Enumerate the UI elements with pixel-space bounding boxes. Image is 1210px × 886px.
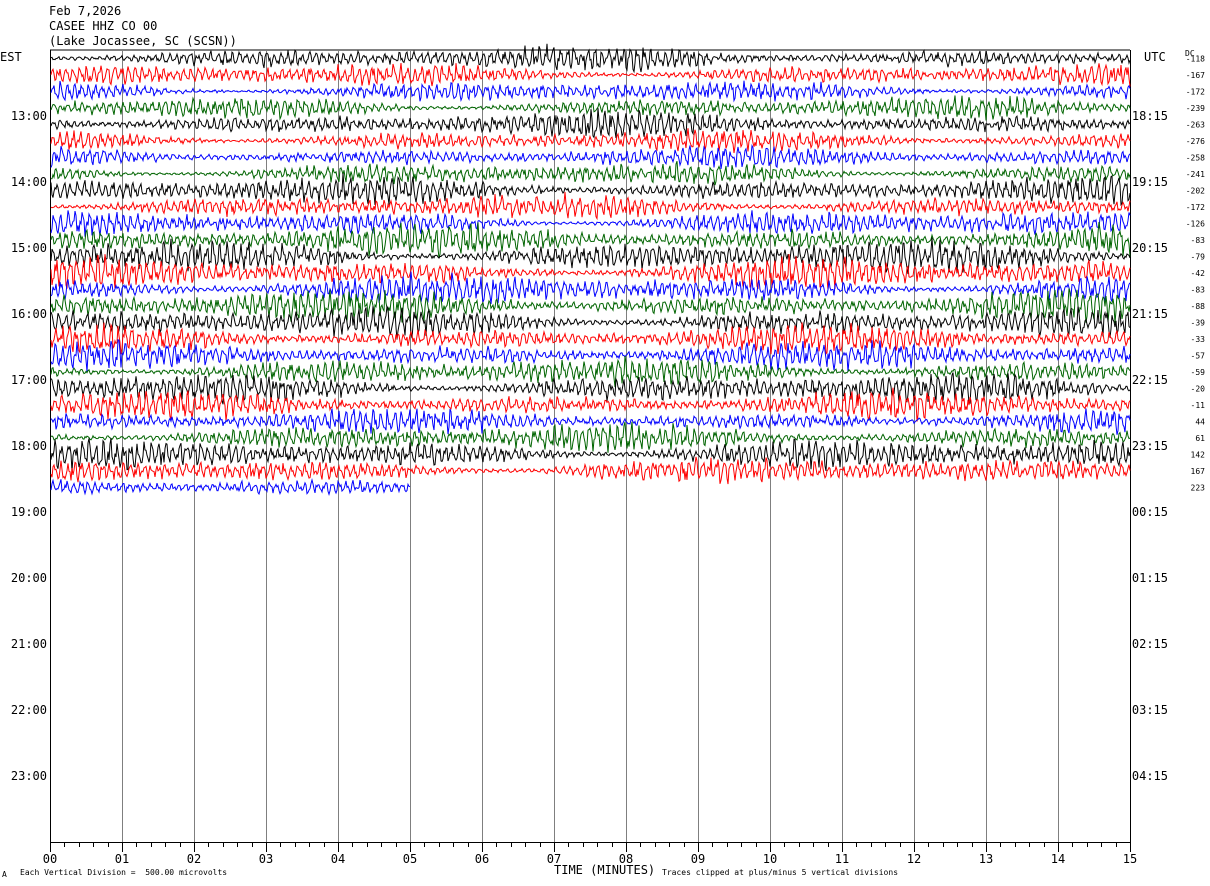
dc-offset-value: -59 (1191, 368, 1206, 377)
dc-offset-value: -276 (1186, 137, 1205, 146)
dc-offset-value: -126 (1186, 219, 1205, 228)
x-tick-label: 14 (1051, 852, 1065, 866)
x-tick-label: 10 (763, 852, 777, 866)
utc-hour-label: 00:15 (1132, 505, 1168, 519)
seismic-trace (50, 80, 1131, 103)
est-hour-label: 13:00 (11, 109, 47, 123)
x-tick-label: 00 (43, 852, 57, 866)
dc-offset-value: -263 (1186, 120, 1205, 129)
x-tick-label: 02 (187, 852, 201, 866)
x-tick-label: 07 (547, 852, 561, 866)
seismic-trace (50, 237, 1131, 275)
dc-offset-value: -258 (1186, 153, 1205, 162)
est-hour-label: 22:00 (11, 703, 47, 717)
utc-hour-label: 18:15 (1132, 109, 1168, 123)
dc-offset-value: -239 (1186, 104, 1205, 113)
seismic-trace (50, 63, 1131, 87)
dc-offset-value: -39 (1191, 318, 1206, 327)
dc-offset-value: 142 (1191, 450, 1206, 459)
seismic-trace (50, 372, 1131, 405)
est-hour-label: 16:00 (11, 307, 47, 321)
est-hour-label: 17:00 (11, 373, 47, 387)
dc-offset-value: -11 (1191, 401, 1206, 410)
dc-offset-value: -57 (1191, 351, 1206, 360)
dc-offset-value: -241 (1186, 170, 1205, 179)
utc-hour-label: 02:15 (1132, 637, 1168, 651)
dc-offset-value: -83 (1191, 285, 1206, 294)
x-tick-label: 04 (331, 852, 345, 866)
dc-offset-value: -20 (1191, 384, 1206, 393)
seismic-trace (50, 421, 1131, 453)
est-hour-label: 21:00 (11, 637, 47, 651)
seismic-trace (50, 322, 1131, 356)
seismic-trace (50, 160, 1131, 186)
dc-offset-value: -172 (1186, 87, 1205, 96)
x-tick-label: 08 (619, 852, 633, 866)
dc-offset-value: -202 (1186, 186, 1205, 195)
dc-offset-value: -79 (1191, 252, 1206, 261)
est-hour-label: 18:00 (11, 439, 47, 453)
seismic-trace (50, 355, 1131, 388)
x-tick-label: 15 (1123, 852, 1137, 866)
dc-offset-value: 223 (1191, 483, 1206, 492)
est-hour-label: 19:00 (11, 505, 47, 519)
x-tick-label: 13 (979, 852, 993, 866)
utc-hour-label: 03:15 (1132, 703, 1168, 717)
utc-hour-label: 23:15 (1132, 439, 1168, 453)
est-hour-label: 14:00 (11, 175, 47, 189)
dc-offset-value: 61 (1195, 434, 1205, 443)
seismogram-plot: 00 01 02 03 04 05 06 07 08 09 10 11 12 13 14 15 13:00 14:… (11, 43, 1206, 866)
utc-hour-label: 22:15 (1132, 373, 1168, 387)
est-hour-label: 15:00 (11, 241, 47, 255)
dc-offset-value: 167 (1191, 467, 1206, 476)
dc-offset-value: -118 (1186, 54, 1205, 63)
x-tick-label: 05 (403, 852, 417, 866)
dc-offset-value: 44 (1195, 417, 1205, 426)
x-tick-label: 03 (259, 852, 273, 866)
seismic-trace (50, 478, 411, 496)
seismic-trace (50, 144, 1131, 169)
x-tick-label: 11 (835, 852, 849, 866)
seismic-trace (50, 128, 1131, 154)
x-tick-label: 12 (907, 852, 921, 866)
seismic-trace (50, 108, 1131, 139)
x-tick-label: 09 (691, 852, 705, 866)
utc-hour-label: 21:15 (1132, 307, 1168, 321)
est-hour-label: 20:00 (11, 571, 47, 585)
dc-offset-value: -33 (1191, 335, 1206, 344)
seismic-trace (50, 304, 1131, 340)
dc-offset-value: -172 (1186, 203, 1205, 212)
seismic-trace (50, 191, 1131, 221)
x-tick-label: 06 (475, 852, 489, 866)
utc-hour-label: 19:15 (1132, 175, 1168, 189)
utc-hour-label: 04:15 (1132, 769, 1168, 783)
dc-offset-value: -88 (1191, 302, 1206, 311)
utc-hour-label: 20:15 (1132, 241, 1168, 255)
dc-offset-value: -83 (1191, 236, 1206, 245)
dc-offset-value: -42 (1191, 269, 1206, 278)
est-hour-label: 23:00 (11, 769, 47, 783)
seismic-trace (50, 43, 1131, 74)
x-tick-label: 01 (115, 852, 129, 866)
dc-offset-value: -167 (1186, 71, 1205, 80)
utc-hour-label: 01:15 (1132, 571, 1168, 585)
seismic-trace (50, 254, 1131, 290)
